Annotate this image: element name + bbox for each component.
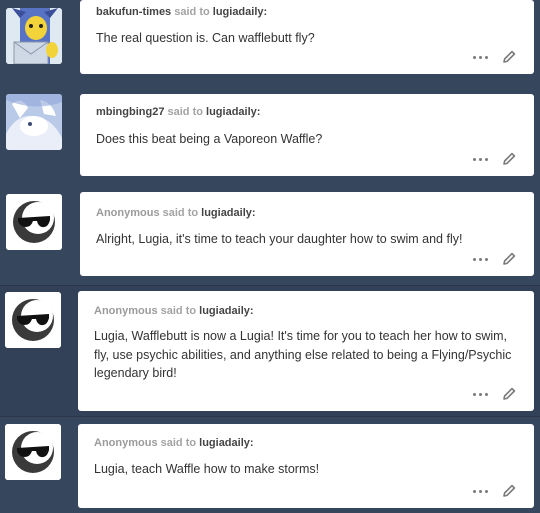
more-dots-icon[interactable] [473,392,488,396]
ask-card: Anonymous said to lugiadaily: Lugia, tea… [78,424,534,508]
avatar[interactable] [5,424,61,480]
ask-post: Anonymous said to lugiadaily: Lugia, Waf… [0,285,540,417]
anonymous-sunglasses-icon [5,424,61,480]
recipient-name[interactable]: lugiadaily: [206,106,260,118]
post-controls [473,252,516,266]
said-to-label: said to [160,305,197,317]
pikachu-avatar-icon [6,8,62,64]
ask-card: Anonymous said to lugiadaily: Alright, L… [80,192,534,276]
recipient-name[interactable]: lugiadaily: [199,437,253,449]
anonymous-sunglasses-icon [6,194,62,250]
ask-header: bakufun-times said to lugiadaily: [96,6,267,18]
ask-message: Alright, Lugia, it's time to teach your … [96,232,463,246]
post-controls [473,50,516,64]
recipient-name[interactable]: lugiadaily: [199,305,253,317]
ask-post: Anonymous said to lugiadaily: Alright, L… [0,190,540,280]
post-controls [473,387,516,401]
ask-message: Does this beat being a Vaporeon Waffle? [96,132,323,146]
ask-header: Anonymous said to lugiadaily: [96,207,256,219]
sender-name: Anonymous [94,305,158,317]
ask-message: The real question is. Can wafflebutt fly… [96,31,315,45]
pencil-icon[interactable] [502,484,516,498]
avatar[interactable] [6,194,62,250]
ask-header: mbingbing27 said to lugiadaily: [96,106,260,118]
post-controls [473,484,516,498]
ask-header: Anonymous said to lugiadaily: [94,305,254,317]
said-to-label: said to [162,207,199,219]
ask-message: Lugia, teach Waffle how to make storms! [94,462,320,476]
said-to-label: said to [174,6,210,18]
avatar[interactable] [6,8,62,64]
avatar[interactable] [5,292,61,348]
pencil-icon[interactable] [502,252,516,266]
ask-card: bakufun-times said to lugiadaily: The re… [80,0,534,74]
recipient-name[interactable]: lugiadaily: [201,207,255,219]
more-dots-icon[interactable] [473,257,488,261]
ask-message: Lugia, Wafflebutt is now a Lugia! It's t… [94,329,512,380]
sender-name[interactable]: mbingbing27 [96,106,164,118]
pencil-icon[interactable] [502,387,516,401]
anonymous-sunglasses-icon [5,292,61,348]
post-controls [473,152,516,166]
more-dots-icon[interactable] [473,157,488,161]
white-creature-avatar-icon [6,94,62,150]
recipient-name[interactable]: lugiadaily: [213,6,267,18]
said-to-label: said to [167,106,203,118]
ask-card: mbingbing27 said to lugiadaily: Does thi… [80,94,534,176]
sender-name: Anonymous [94,437,158,449]
more-dots-icon[interactable] [473,55,488,59]
sender-name[interactable]: bakufun-times [96,6,171,18]
pencil-icon[interactable] [502,152,516,166]
sender-name: Anonymous [96,207,160,219]
ask-post: Anonymous said to lugiadaily: Lugia, tea… [0,420,540,513]
more-dots-icon[interactable] [473,489,488,493]
ask-post: bakufun-times said to lugiadaily: The re… [0,0,540,78]
ask-header: Anonymous said to lugiadaily: [94,437,254,449]
avatar[interactable] [6,94,62,150]
pencil-icon[interactable] [502,50,516,64]
ask-post: mbingbing27 said to lugiadaily: Does thi… [0,92,540,178]
ask-card: Anonymous said to lugiadaily: Lugia, Waf… [78,291,534,411]
said-to-label: said to [160,437,197,449]
